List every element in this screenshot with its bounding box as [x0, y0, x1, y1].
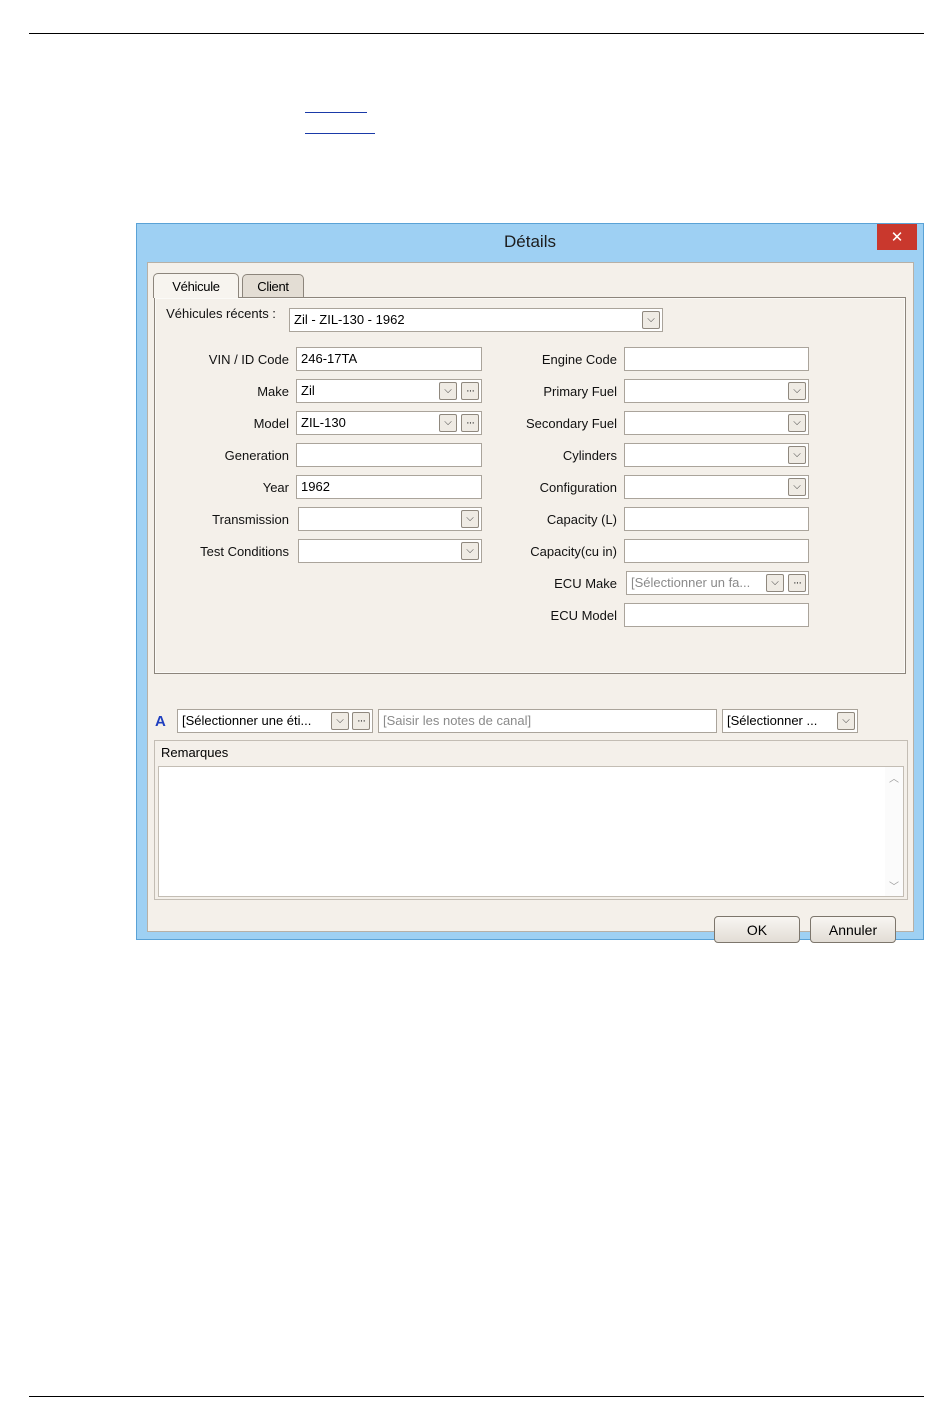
chevron-down-icon[interactable]: ⌵ [642, 311, 660, 329]
secondary-fuel-label: Secondary Fuel [525, 416, 617, 431]
link-underline-2 [305, 133, 375, 134]
dialog-client-area: Véhicule Client Véhicules récents : Zil … [147, 262, 914, 943]
ok-button[interactable]: OK [714, 916, 800, 943]
chevron-down-icon[interactable]: ⌵ [788, 414, 806, 432]
capacity-cuin-label: Capacity(cu in) [530, 544, 617, 559]
label-select-value: [Sélectionner une éti... [182, 713, 312, 728]
make-select[interactable]: Zil ⌵ ··· [296, 379, 482, 403]
test-conditions-select[interactable]: ⌵ [298, 539, 482, 563]
recent-vehicles-value: Zil - ZIL-130 - 1962 [294, 312, 405, 327]
page-footer-rule [29, 1396, 924, 1397]
cancel-button[interactable]: Annuler [810, 916, 896, 943]
ellipsis-icon[interactable]: ··· [788, 574, 806, 592]
cylinders-label: Cylinders [562, 448, 617, 463]
transmission-select[interactable]: ⌵ [298, 507, 482, 531]
engine-code-input[interactable] [624, 347, 809, 371]
scroll-down-icon[interactable]: ﹀ [885, 878, 903, 893]
dialog-titlebar: Détails ✕ [137, 224, 923, 262]
link-underline-1 [305, 112, 367, 113]
tab-client[interactable]: Client [242, 274, 304, 297]
year-input[interactable]: 1962 [296, 475, 482, 499]
right-select[interactable]: [Sélectionner ... ⌵ [722, 709, 858, 733]
vin-input[interactable]: 246-17TA [296, 347, 482, 371]
configuration-select[interactable]: ⌵ [624, 475, 809, 499]
remarks-scrollbar[interactable]: ︿ ﹀ [885, 767, 903, 896]
capacity-l-label: Capacity (L) [546, 512, 617, 527]
chevron-down-icon[interactable]: ⌵ [461, 510, 479, 528]
ellipsis-icon[interactable]: ··· [352, 712, 370, 730]
secondary-fuel-select[interactable]: ⌵ [624, 411, 809, 435]
ellipsis-icon[interactable]: ··· [461, 414, 479, 432]
dialog-title: Détails [504, 232, 556, 251]
remarks-label: Remarques [161, 745, 229, 760]
recent-vehicles-label-text: Véhicules récents : [166, 306, 276, 321]
model-select[interactable]: ZIL-130 ⌵ ··· [296, 411, 482, 435]
page-header-rule [29, 33, 924, 34]
tab-vehicule[interactable]: Véhicule [153, 273, 239, 298]
channel-notes-input[interactable]: [Saisir les notes de canal] [378, 709, 717, 733]
chevron-down-icon[interactable]: ⌵ [788, 382, 806, 400]
model-label: Model [253, 416, 289, 431]
ok-button-label: OK [746, 921, 768, 938]
font-style-icon[interactable]: A [155, 713, 166, 730]
ecu-make-placeholder: [Sélectionner un fa... [631, 575, 751, 590]
vin-value: 246-17TA [301, 351, 358, 366]
close-button[interactable]: ✕ [877, 224, 917, 250]
year-label: Year [262, 480, 289, 495]
chevron-down-icon[interactable]: ⌵ [788, 446, 806, 464]
chevron-down-icon[interactable]: ⌵ [461, 542, 479, 560]
test-conditions-label: Test Conditions [200, 544, 289, 559]
chevron-down-icon[interactable]: ⌵ [788, 478, 806, 496]
primary-fuel-label: Primary Fuel [543, 384, 617, 399]
engine-code-label: Engine Code [541, 352, 617, 367]
make-label: Make [257, 384, 289, 399]
make-value: Zil [301, 383, 315, 398]
recent-vehicles-label: Véhicules récents : [161, 306, 281, 321]
recent-vehicles-select[interactable]: Zil - ZIL-130 - 1962 ⌵ [289, 308, 663, 332]
chevron-down-icon[interactable]: ⌵ [439, 414, 457, 432]
label-select[interactable]: [Sélectionner une éti... ⌵ ··· [177, 709, 373, 733]
close-icon: ✕ [890, 229, 904, 246]
right-select-value: [Sélectionner ... [727, 713, 818, 728]
remarks-group: Remarques ︿ ﹀ [154, 740, 908, 900]
model-value: ZIL-130 [301, 415, 346, 430]
channel-notes-placeholder: [Saisir les notes de canal] [383, 713, 532, 728]
remarks-textarea[interactable]: ︿ ﹀ [158, 766, 904, 897]
ellipsis-icon[interactable]: ··· [461, 382, 479, 400]
scroll-up-icon[interactable]: ︿ [885, 770, 903, 785]
primary-fuel-select[interactable]: ⌵ [624, 379, 809, 403]
chevron-down-icon[interactable]: ⌵ [331, 712, 349, 730]
vehicle-tab-panel: Véhicules récents : Zil - ZIL-130 - 1962… [154, 297, 906, 674]
chevron-down-icon[interactable]: ⌵ [766, 574, 784, 592]
tab-vehicule-label: Véhicule [172, 278, 220, 294]
cancel-button-label: Annuler [828, 921, 878, 938]
chevron-down-icon[interactable]: ⌵ [837, 712, 855, 730]
cylinders-select[interactable]: ⌵ [624, 443, 809, 467]
generation-input[interactable] [296, 443, 482, 467]
ecu-make-select[interactable]: [Sélectionner un fa... ⌵ ··· [626, 571, 809, 595]
vin-label: VIN / ID Code [208, 352, 289, 367]
year-value: 1962 [301, 479, 330, 494]
ecu-make-label: ECU Make [554, 576, 617, 591]
ecu-model-input[interactable] [624, 603, 809, 627]
chevron-down-icon[interactable]: ⌵ [439, 382, 457, 400]
ecu-model-label: ECU Model [550, 608, 617, 623]
details-dialog: Détails ✕ Véhicule Client Véhicules réce… [136, 223, 924, 943]
generation-label: Generation [224, 448, 289, 463]
configuration-label: Configuration [539, 480, 617, 495]
transmission-label: Transmission [212, 512, 289, 527]
capacity-l-input[interactable] [624, 507, 809, 531]
capacity-cuin-input[interactable] [624, 539, 809, 563]
tab-client-label: Client [257, 278, 289, 294]
